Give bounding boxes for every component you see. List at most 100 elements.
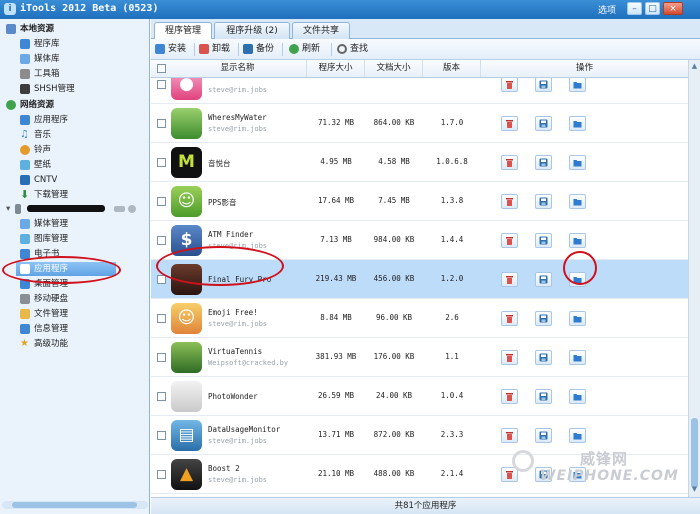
row-checkbox[interactable] [157,431,166,440]
delete-button[interactable] [501,78,518,92]
column-name[interactable]: 显示名称 [169,60,307,77]
sidebar-horizontal-scrollbar[interactable] [2,501,148,509]
backup-app-button[interactable] [535,272,552,287]
sidebar-item-photo-manager[interactable]: 图库管理 [20,232,68,246]
row-checkbox[interactable] [157,392,166,401]
sidebar-item-file-manager[interactable]: 文件管理 [20,307,68,321]
open-folder-button[interactable] [569,155,586,170]
row-checkbox[interactable] [157,275,166,284]
delete-button[interactable] [501,428,518,443]
find-button[interactable]: 查找 [337,43,368,56]
backup-app-button[interactable] [535,428,552,443]
row-checkbox[interactable] [157,158,166,167]
sidebar-item-downloads[interactable]: ⬇ 下载管理 [20,188,68,202]
table-row[interactable]: Final Fury Pro 219.43 MB 456.00 KB 1.2.0 [151,260,688,299]
sidebar-item-music[interactable]: ♫ 音乐 [20,128,51,142]
open-folder-button[interactable] [569,233,586,248]
backup-app-button[interactable] [535,350,552,365]
open-folder-button[interactable] [569,272,586,287]
delete-button[interactable] [501,350,518,365]
options-menu[interactable]: 选项 [598,3,616,16]
backup-app-button[interactable] [535,194,552,209]
backup-app-button[interactable] [535,233,552,248]
table-row[interactable]: WheresMyWater steve@rim.jobs 71.32 MB 864.0… [151,104,688,143]
row-checkbox[interactable] [157,236,166,245]
sidebar-item-wallpapers[interactable]: 壁纸 [20,158,51,172]
column-app-size[interactable]: 程序大小 [307,60,365,77]
table-row[interactable]: ☺ Emoji Free! steve@rim.jobs 8.84 MB 96.00 K… [151,299,688,338]
backup-app-button[interactable] [535,155,552,170]
scrollbar-thumb[interactable] [12,502,137,508]
table-row[interactable]: $ ATM Finder steve@rim.jobs 7.13 MB 984.00 K… [151,221,688,260]
column-doc-size[interactable]: 文档大小 [365,60,423,77]
open-folder-button[interactable] [569,311,586,326]
apps-icon [20,38,30,49]
scrollbar-thumb[interactable] [691,418,698,488]
sidebar-item-cntv[interactable]: CNTV [20,173,57,187]
row-checkbox[interactable] [157,197,166,206]
scroll-up-icon[interactable]: ▲ [690,62,699,71]
sidebar-device[interactable]: ▾ [6,202,146,216]
sidebar-item-media-library[interactable]: 媒体库 [20,52,60,66]
maximize-icon[interactable]: □ [645,2,660,15]
sidebar-item-ebooks[interactable]: 电子书 [20,247,60,261]
sidebar-item-usb-disk[interactable]: 移动硬盘 [20,292,68,306]
vertical-scrollbar[interactable]: ▲ ▼ [688,60,700,497]
table-row[interactable]: VirtuaTennis Weipsoft@cracked.by 381.93 MB… [151,338,688,377]
column-version[interactable]: 版本 [423,60,481,77]
sidebar-item-net-apps[interactable]: 应用程序 [20,113,68,127]
uninstall-icon [199,43,209,54]
backup-app-button[interactable] [535,116,552,131]
delete-button[interactable] [501,311,518,326]
delete-button[interactable] [501,272,518,287]
row-checkbox[interactable] [157,80,166,89]
delete-button[interactable] [501,389,518,404]
open-folder-button[interactable] [569,194,586,209]
sidebar-item-ringtones[interactable]: 铃声 [20,143,51,157]
sidebar-item-toolbox[interactable]: 工具箱 [20,67,60,81]
row-checkbox[interactable] [157,119,166,128]
table-row[interactable]: M 音悦台 4.95 MB 4.58 MB 1.0.6.8 [151,143,688,182]
delete-button[interactable] [501,116,518,131]
app-icon: ▲ [171,459,202,490]
backup-app-button[interactable] [535,311,552,326]
open-folder-button[interactable] [569,428,586,443]
sidebar-group-local[interactable]: 本地资源 [6,22,54,36]
delete-button[interactable] [501,194,518,209]
delete-button[interactable] [501,233,518,248]
delete-button[interactable] [501,155,518,170]
sidebar-item-shsh[interactable]: SHSH管理 [20,82,75,96]
install-button[interactable]: 安装 [155,43,186,56]
scroll-down-icon[interactable]: ▼ [690,485,699,494]
eject-icon[interactable] [127,204,136,213]
sidebar-item-program-library[interactable]: 程序库 [20,37,60,51]
open-folder-button[interactable] [569,350,586,365]
tab-app-updates[interactable]: 程序升级 (2) [214,22,290,39]
open-folder-button[interactable] [569,78,586,92]
sidebar-group-network[interactable]: 网络资源 [6,98,54,112]
minimize-icon[interactable]: – [627,2,642,15]
sidebar-item-info-manager[interactable]: 信息管理 [20,322,68,336]
table-row[interactable]: ☺ PPS影音 17.64 MB 7.45 MB 1.3.8 [151,182,688,221]
uninstall-button[interactable]: 卸载 [199,43,230,56]
download-arrow-icon: ⬇ [20,187,30,201]
sidebar-item-desktop-manager[interactable]: 桌面管理 [20,277,68,291]
open-folder-button[interactable] [569,389,586,404]
backup-button[interactable]: 备份 [243,43,274,56]
row-checkbox[interactable] [157,470,166,479]
row-checkbox[interactable] [157,314,166,323]
backup-app-button[interactable] [535,389,552,404]
refresh-button[interactable]: 刷新 [289,43,320,56]
table-row[interactable]: PhotoWonder 26.59 MB 24.00 KB 1.0.4 [151,377,688,416]
close-icon[interactable]: × [663,2,683,15]
sidebar-item-device-apps[interactable]: 应用程序 [16,262,116,276]
backup-app-button[interactable] [535,78,552,92]
sidebar-item-advanced[interactable]: ★ 高级功能 [20,337,68,351]
sidebar-item-media-manager[interactable]: 媒体管理 [20,217,68,231]
table-row[interactable]: ● steve@rim.jobs [151,78,688,104]
tab-app-manager[interactable]: 程序管理 [154,22,212,40]
select-all-checkbox[interactable] [157,64,166,73]
row-checkbox[interactable] [157,353,166,362]
tab-file-sharing[interactable]: 文件共享 [292,22,350,39]
open-folder-button[interactable] [569,116,586,131]
